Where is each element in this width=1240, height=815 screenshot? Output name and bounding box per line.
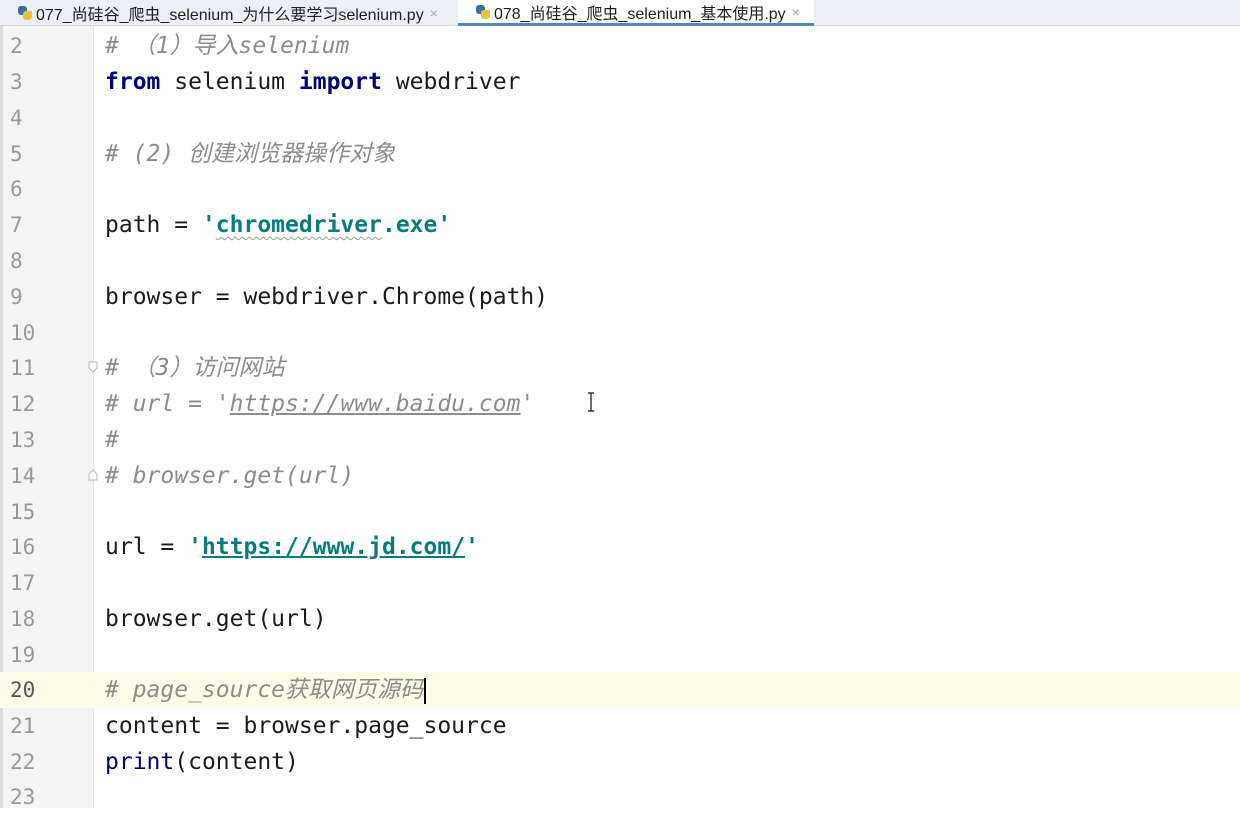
line-number: 20 xyxy=(10,678,36,702)
code-line[interactable]: 12 # url = 'https://www.baidu.com' xyxy=(0,386,1240,422)
string-literal: ' xyxy=(465,534,479,560)
tab-label: 078_尚硅谷_爬虫_selenium_基本使用.py xyxy=(494,5,786,23)
tab-077-file[interactable]: 077_尚硅谷_爬虫_selenium_为什么要学习selenium.py × xyxy=(0,0,458,25)
close-icon[interactable]: × xyxy=(430,5,438,21)
python-file-icon xyxy=(476,4,490,19)
line-number: 23 xyxy=(10,785,36,809)
line-number: 8 xyxy=(10,249,23,273)
line-code: # （3）访问网站 xyxy=(105,350,285,386)
code-editor[interactable]: 2 # （1）导入selenium 3 from selenium import… xyxy=(0,26,1240,809)
line-number: 6 xyxy=(10,177,23,201)
python-file-icon xyxy=(18,5,32,20)
code-text: url = xyxy=(105,534,189,560)
line-number: 2 xyxy=(10,34,23,58)
tab-label: 077_尚硅谷_爬虫_selenium_为什么要学习selenium.py xyxy=(36,6,424,24)
code-line[interactable]: 15 xyxy=(0,494,1240,530)
comment: # （3）访问网站 xyxy=(105,355,285,381)
comment: # browser.get(url) xyxy=(105,463,355,489)
code-text: browser = webdriver.Chrome(path) xyxy=(105,284,549,310)
close-icon[interactable]: × xyxy=(792,4,800,20)
code-line[interactable]: 16 url = 'https://www.jd.com/' xyxy=(0,529,1240,565)
line-number: 10 xyxy=(10,321,36,345)
line-code: # browser.get(url) xyxy=(105,458,354,494)
line-code: # url = 'https://www.baidu.com' xyxy=(105,386,534,422)
code-line[interactable]: 2 # （1）导入selenium xyxy=(0,28,1240,64)
code-line[interactable]: 13 # xyxy=(0,422,1240,458)
code-line[interactable]: 18 browser.get(url) xyxy=(0,601,1240,637)
line-number: 9 xyxy=(10,285,23,309)
fold-start-icon[interactable] xyxy=(88,361,98,373)
code-line[interactable]: 17 xyxy=(0,565,1240,601)
code-line[interactable]: 7 path = 'chromedriver.exe' xyxy=(0,207,1240,243)
code-text: path = xyxy=(105,212,202,238)
code-text: content = browser.page_source xyxy=(105,713,507,739)
line-code: print(content) xyxy=(105,744,299,780)
string-literal: .exe' xyxy=(381,212,452,238)
code-text: (content) xyxy=(174,749,299,775)
line-number: 13 xyxy=(10,428,36,452)
code-line-current[interactable]: 20 # page_source获取网页源码 xyxy=(0,672,1240,708)
line-number: 4 xyxy=(10,106,23,130)
line-code: url = 'https://www.jd.com/' xyxy=(105,529,479,565)
code-line[interactable]: 19 xyxy=(0,637,1240,673)
string-literal: ' xyxy=(188,534,202,560)
code-line[interactable]: 9 browser = webdriver.Chrome(path) xyxy=(0,279,1240,315)
code-line[interactable]: 23 xyxy=(0,779,1240,815)
code-text: browser.get(url) xyxy=(105,606,327,632)
line-code: # page_source获取网页源码 xyxy=(105,672,427,708)
line-number: 22 xyxy=(10,750,36,774)
text-cursor-icon xyxy=(588,392,594,412)
string-url[interactable]: https://www.jd.com/ xyxy=(202,534,465,560)
comment: # page_source获取网页源码 xyxy=(105,677,424,703)
code-text: selenium xyxy=(160,69,299,95)
code-line[interactable]: 6 xyxy=(0,171,1240,207)
line-number: 21 xyxy=(10,714,36,738)
comment: ' xyxy=(520,391,535,417)
line-code: path = 'chromedriver.exe' xyxy=(105,207,451,243)
comment: # url = ' xyxy=(105,391,230,417)
line-number: 19 xyxy=(10,643,36,667)
tab-078-file[interactable]: 078_尚硅谷_爬虫_selenium_基本使用.py × xyxy=(458,0,814,26)
line-number: 15 xyxy=(10,500,36,524)
line-code: # （1）导入selenium xyxy=(105,28,349,64)
fold-end-icon[interactable] xyxy=(88,469,98,481)
string-literal: ' xyxy=(201,212,216,238)
text-caret xyxy=(424,677,427,704)
line-number: 16 xyxy=(10,535,36,559)
line-code: browser = webdriver.Chrome(path) xyxy=(105,279,548,315)
comment: # （1）导入selenium xyxy=(105,33,350,59)
line-code: content = browser.page_source xyxy=(105,708,507,744)
code-line[interactable]: 3 from selenium import webdriver xyxy=(0,64,1240,100)
line-code: from selenium import webdriver xyxy=(105,64,520,100)
line-number: 18 xyxy=(10,607,36,631)
line-number: 14 xyxy=(10,464,36,488)
builtin-function: print xyxy=(105,749,175,775)
code-line[interactable]: 21 content = browser.page_source xyxy=(0,708,1240,744)
keyword: import xyxy=(298,69,382,95)
code-line[interactable]: 5 # (2) 创建浏览器操作对象 xyxy=(0,136,1240,172)
line-number: 7 xyxy=(10,213,23,237)
comment: # xyxy=(105,427,119,453)
string-literal-typo: chromedriver xyxy=(215,212,382,238)
code-line[interactable]: 22 print(content) xyxy=(0,744,1240,780)
line-code: browser.get(url) xyxy=(105,601,327,637)
line-number: 17 xyxy=(10,571,36,595)
code-line[interactable]: 4 xyxy=(0,100,1240,136)
code-line[interactable]: 11 # （3）访问网站 xyxy=(0,350,1240,386)
line-code: # xyxy=(105,422,119,458)
line-number: 12 xyxy=(10,392,36,416)
code-line[interactable]: 10 xyxy=(0,315,1240,351)
comment: # (2) 创建浏览器操作对象 xyxy=(105,141,396,167)
line-number: 11 xyxy=(10,356,36,380)
comment-url[interactable]: https://www.baidu.com xyxy=(230,391,521,417)
code-line[interactable]: 8 xyxy=(0,243,1240,279)
editor-tab-bar: 077_尚硅谷_爬虫_selenium_为什么要学习selenium.py × … xyxy=(0,0,1240,26)
line-code: # (2) 创建浏览器操作对象 xyxy=(105,136,395,172)
line-number: 5 xyxy=(10,142,23,166)
line-number: 3 xyxy=(10,70,23,94)
code-text: webdriver xyxy=(381,69,521,95)
keyword: from xyxy=(105,69,161,95)
code-line[interactable]: 14 # browser.get(url) xyxy=(0,458,1240,494)
